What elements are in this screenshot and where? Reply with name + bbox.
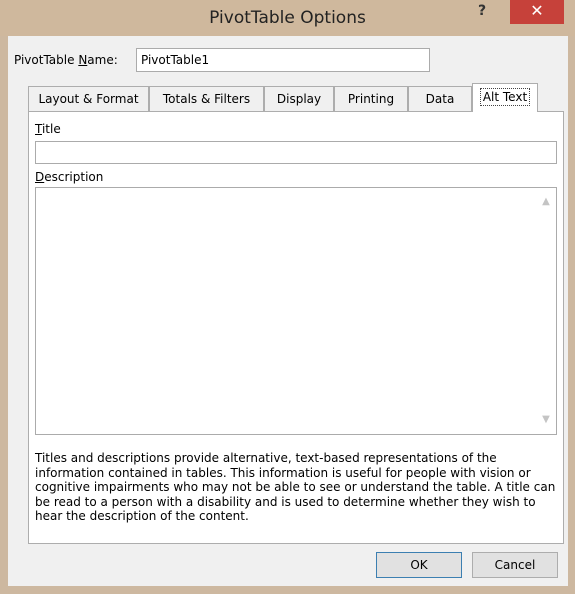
title-bar[interactable]: PivotTable Options ? ✕ <box>0 0 575 36</box>
pivottable-name-label: PivotTable Name: <box>14 53 118 67</box>
close-button[interactable]: ✕ <box>510 0 564 24</box>
tab-totals-filters[interactable]: Totals & Filters <box>149 86 264 111</box>
tab-alt-text[interactable]: Alt Text <box>472 83 538 112</box>
cancel-button[interactable]: Cancel <box>472 552 558 578</box>
alt-text-help-text: Titles and descriptions provide alternat… <box>35 451 556 523</box>
scroll-up-arrow-icon[interactable]: ▲ <box>540 196 552 208</box>
tab-printing[interactable]: Printing <box>334 86 408 111</box>
description-textarea[interactable]: ▲ ▼ <box>35 187 557 435</box>
scroll-down-arrow-icon[interactable]: ▼ <box>540 414 552 426</box>
tab-display[interactable]: Display <box>264 86 334 111</box>
pivottable-options-dialog: PivotTable Options ? ✕ PivotTable Name: … <box>0 0 575 594</box>
description-label: Description <box>35 170 104 184</box>
title-input[interactable] <box>35 141 557 164</box>
tab-data[interactable]: Data <box>408 86 472 111</box>
ok-button[interactable]: OK <box>376 552 462 578</box>
help-button[interactable]: ? <box>462 0 502 24</box>
close-icon: ✕ <box>530 1 544 20</box>
title-label: Title <box>35 122 61 136</box>
pivottable-name-input[interactable] <box>136 48 430 72</box>
tab-layout-format[interactable]: Layout & Format <box>28 86 149 111</box>
